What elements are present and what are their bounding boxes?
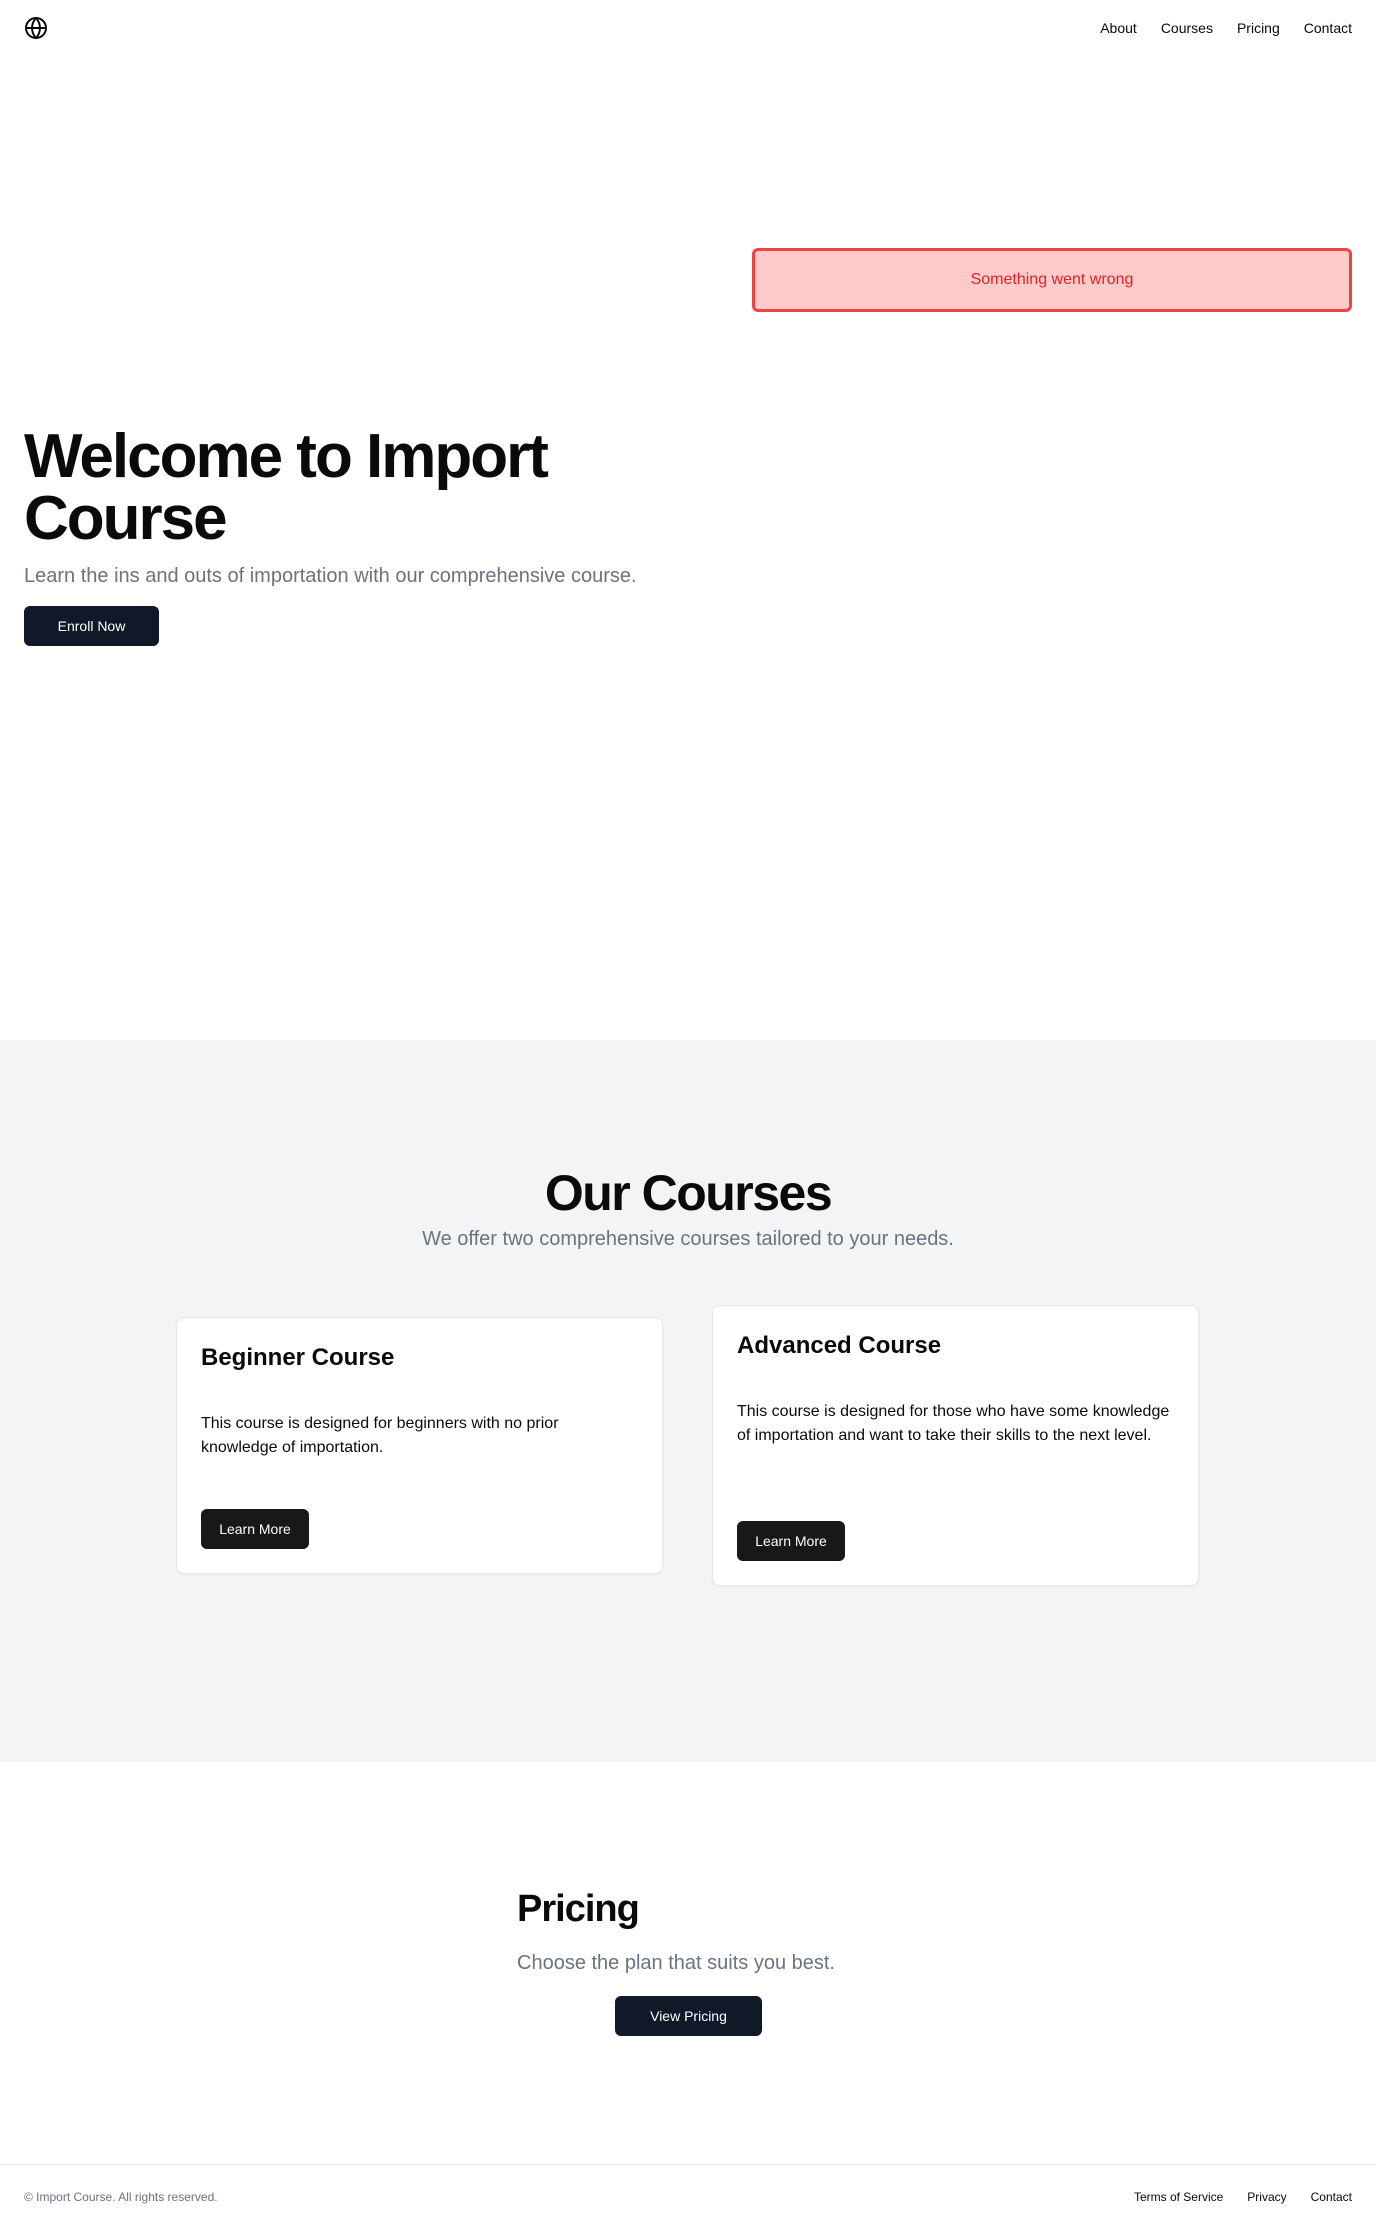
footer-link-privacy[interactable]: Privacy bbox=[1247, 2190, 1286, 2204]
view-pricing-button[interactable]: View Pricing bbox=[615, 1996, 762, 2036]
course-card-beginner: Beginner Course This course is designed … bbox=[176, 1317, 663, 1574]
course-title: Advanced Course bbox=[737, 1332, 942, 1359]
course-description: This course is designed for beginners wi… bbox=[201, 1415, 559, 1456]
footer-link-contact[interactable]: Contact bbox=[1311, 2190, 1352, 2204]
courses-section: Our Courses We offer two comprehensive c… bbox=[0, 1040, 1376, 1762]
footer-links: Terms of Service Privacy Contact bbox=[1134, 2190, 1352, 2204]
learn-more-button[interactable]: Learn More bbox=[737, 1521, 845, 1561]
site-footer: © Import Course. All rights reserved. Te… bbox=[0, 2164, 1376, 2229]
main-nav: About Courses Pricing Contact bbox=[1100, 20, 1352, 36]
courses-title: Our Courses bbox=[544, 1165, 833, 1221]
footer-copyright: © Import Course. All rights reserved. bbox=[24, 2190, 218, 2204]
site-header: About Courses Pricing Contact bbox=[0, 0, 1376, 56]
hero-subtitle: Learn the ins and outs of importation wi… bbox=[24, 565, 637, 587]
courses-subtitle: We offer two comprehensive courses tailo… bbox=[422, 1228, 954, 1250]
hero-title: Welcome to Import Course bbox=[24, 422, 549, 553]
nav-link-contact[interactable]: Contact bbox=[1304, 20, 1352, 36]
pricing-title: Pricing bbox=[517, 1888, 640, 1930]
nav-link-courses[interactable]: Courses bbox=[1161, 20, 1213, 36]
nav-link-pricing[interactable]: Pricing bbox=[1237, 20, 1280, 36]
footer-link-terms[interactable]: Terms of Service bbox=[1134, 2190, 1223, 2204]
error-alert: Something went wrong bbox=[752, 248, 1352, 312]
course-title: Beginner Course bbox=[201, 1344, 395, 1371]
nav-link-about[interactable]: About bbox=[1100, 20, 1137, 36]
enroll-now-button[interactable]: Enroll Now bbox=[24, 606, 159, 646]
hero-section: Welcome to Import Course Learn the ins a… bbox=[24, 426, 644, 646]
error-message: Something went wrong bbox=[970, 271, 1134, 288]
course-card-advanced: Advanced Course This course is designed … bbox=[712, 1305, 1199, 1586]
pricing-subtitle: Choose the plan that suits you best. bbox=[517, 1952, 835, 1974]
course-description: This course is designed for those who ha… bbox=[737, 1403, 1170, 1444]
learn-more-button[interactable]: Learn More bbox=[201, 1509, 309, 1549]
globe-icon[interactable] bbox=[24, 16, 48, 40]
